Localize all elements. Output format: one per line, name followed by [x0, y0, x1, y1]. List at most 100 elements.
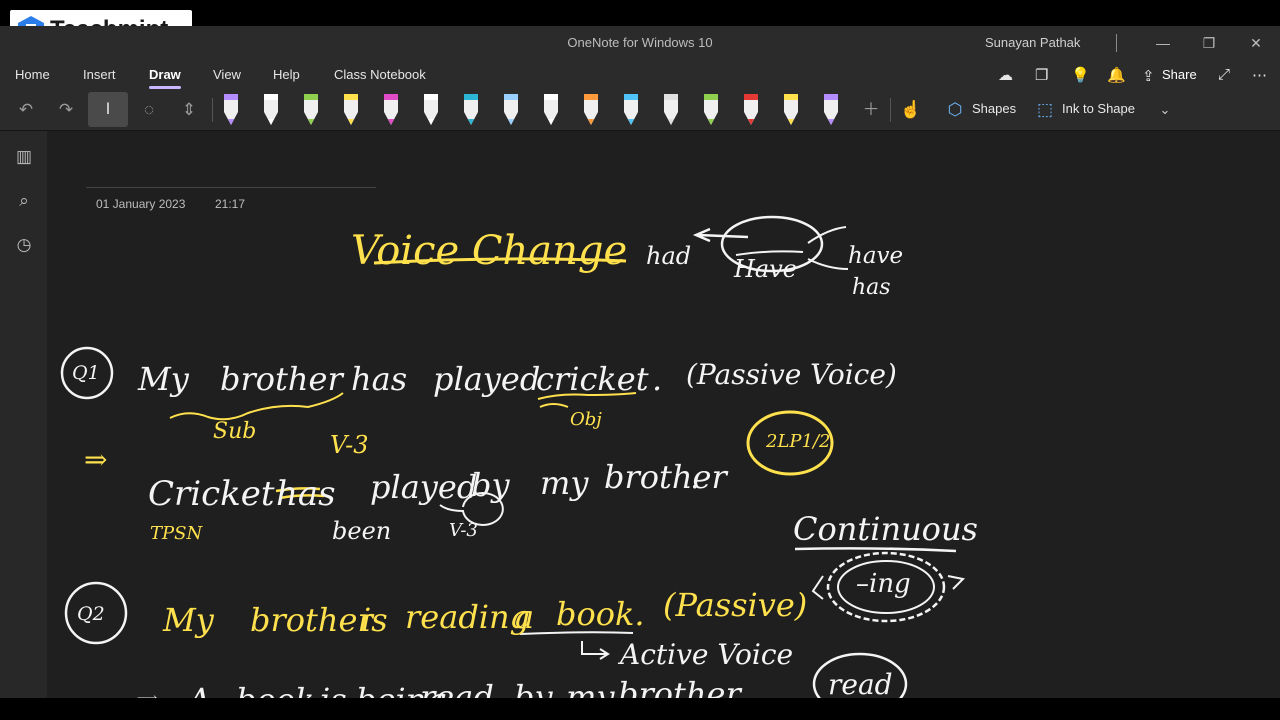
toolbar-separator [212, 98, 213, 122]
ans1-word: . [690, 458, 701, 496]
answer-arrow: ⇒ [84, 443, 108, 476]
tab-draw[interactable]: Draw [149, 67, 181, 89]
chevron-down-icon[interactable]: ⌄ [1152, 98, 1178, 122]
share-icon[interactable]: ⇪ [1142, 67, 1155, 85]
pen-tool[interactable] [259, 92, 283, 128]
restore-button[interactable]: ❐ [1186, 28, 1232, 58]
pen-tool[interactable] [819, 92, 843, 128]
close-button[interactable]: ✕ [1233, 28, 1279, 58]
fullscreen-icon[interactable]: ⤢ [1218, 66, 1230, 83]
have-branch-stroke [807, 226, 849, 270]
ink-to-shape-icon[interactable]: ⬚ [1032, 98, 1058, 122]
pen-tool[interactable] [219, 92, 243, 128]
tab-view[interactable]: View [213, 67, 241, 82]
notifications-icon[interactable]: 🔔 [1107, 66, 1126, 84]
q1-word: My [138, 360, 189, 398]
share-button[interactable]: Share [1162, 67, 1197, 82]
pen-tool[interactable] [659, 92, 683, 128]
note-have: Have [734, 255, 797, 283]
tab-help[interactable]: Help [273, 67, 300, 82]
pen-tool[interactable] [459, 92, 483, 128]
pen-icon [784, 94, 798, 125]
ans1-word: brother [604, 458, 727, 496]
tab-class-notebook[interactable]: Class Notebook [334, 67, 426, 82]
note-continuous: Continuous [793, 510, 978, 548]
title-bar: OneNote for Windows 10 Sunayan Pathak — … [0, 26, 1280, 60]
q1-word: brother [220, 360, 343, 398]
pen-tool[interactable] [779, 92, 803, 128]
ans1-word: my [540, 464, 589, 502]
pen-icon [584, 94, 598, 125]
pen-icon [464, 94, 478, 125]
shapes-button[interactable]: Shapes [972, 101, 1016, 116]
note-has-form: has [852, 275, 891, 300]
pen-icon [504, 94, 518, 125]
type-select-tool[interactable]: I [88, 92, 128, 127]
pen-icon [744, 94, 758, 125]
draw-toolbar: ↶ ↷ I ◌ ⇕ ＋ ☝ ⬡ Shapes ⬚ Ink to Shape ⌄ [0, 90, 1280, 131]
label-v3: V-3 [330, 431, 369, 459]
label-sub: Sub [213, 419, 257, 444]
ans2-word: is [320, 684, 347, 698]
note-active-voice: Active Voice [620, 638, 794, 671]
q2-word: reading [405, 598, 531, 636]
title-divider [1116, 34, 1117, 52]
q1-voice: (Passive Voice) [686, 358, 897, 391]
type-select-icon: I [105, 99, 111, 118]
pen-icon [544, 94, 558, 125]
toolbar-separator [890, 98, 891, 122]
page-canvas[interactable]: 01 January 2023 21:17 Voice Change had H… [48, 131, 1280, 698]
ans2-word: A [188, 684, 211, 698]
ans2-word: my [566, 678, 615, 698]
q2-word: My [163, 601, 214, 639]
pen-tool[interactable] [499, 92, 523, 128]
shapes-icon[interactable]: ⬡ [942, 98, 968, 122]
ans2-word: read [420, 678, 494, 698]
pen-tool[interactable] [299, 92, 323, 128]
ink-to-shape-button[interactable]: Ink to Shape [1062, 101, 1135, 116]
pen-tool[interactable] [739, 92, 763, 128]
more-options-icon[interactable]: ⋯ [1252, 66, 1267, 84]
label-v3-circled: V-3 [449, 520, 478, 541]
undo-icon[interactable]: ↶ [13, 98, 39, 122]
sync-icon[interactable]: ☁ [998, 66, 1013, 84]
pen-tool[interactable] [339, 92, 363, 128]
add-space-icon[interactable]: ⇕ [176, 98, 202, 122]
label-been: been [332, 517, 392, 545]
pen-tool[interactable] [699, 92, 723, 128]
touch-drawing-icon[interactable]: ☝ [898, 98, 924, 122]
notebook-view-icon[interactable]: ❐ [1035, 66, 1048, 84]
pen-tool[interactable] [379, 92, 403, 128]
pen-tool[interactable] [579, 92, 603, 128]
user-name[interactable]: Sunayan Pathak [985, 35, 1080, 50]
pen-icon [344, 94, 358, 125]
pen-tool[interactable] [419, 92, 443, 128]
search-icon[interactable]: ⌕ [13, 191, 35, 213]
recent-icon[interactable]: ◷ [13, 235, 35, 257]
pen-icon [664, 94, 678, 125]
q2-voice: (Passive) [663, 586, 808, 624]
ans2-word: brother [618, 675, 741, 698]
pen-icon [424, 94, 438, 125]
note-title: Voice Change [351, 228, 628, 274]
ans1-word: by [471, 466, 510, 504]
ribbon-tabs: Home Insert Draw View Help Class Noteboo… [0, 60, 1280, 90]
label-obj: Obj [570, 409, 602, 430]
label-tpsn: TPSN [150, 523, 203, 544]
lasso-select-icon[interactable]: ◌ [136, 98, 162, 122]
tab-home[interactable]: Home [15, 67, 50, 82]
pen-icon [624, 94, 638, 125]
q2-word: book. [556, 595, 645, 633]
q1-word: played [433, 360, 541, 398]
q2-word: is [361, 601, 388, 639]
pen-tool[interactable] [619, 92, 643, 128]
q2-word: brother [250, 601, 373, 639]
notebooks-icon[interactable]: ▥ [13, 147, 35, 169]
tell-me-icon[interactable]: 💡 [1071, 66, 1090, 84]
redo-icon[interactable]: ↷ [53, 98, 79, 122]
add-pen-icon[interactable]: ＋ [858, 98, 884, 122]
pen-tool[interactable] [539, 92, 563, 128]
tab-insert[interactable]: Insert [83, 67, 116, 82]
q1-word: has [351, 360, 408, 398]
minimize-button[interactable]: — [1140, 28, 1186, 58]
